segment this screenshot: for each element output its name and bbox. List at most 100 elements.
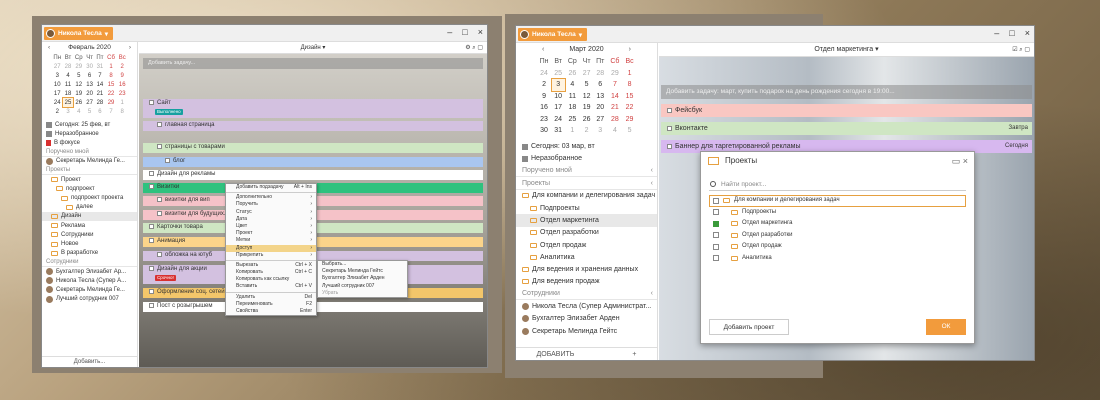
calendar-day[interactable]: 17 [552, 102, 565, 114]
calendar-day[interactable]: 11 [63, 80, 73, 89]
calendar-day[interactable]: 15 [105, 80, 117, 89]
user-menu[interactable]: Никола Тесла ▾ [44, 27, 114, 40]
project-list-item[interactable]: Отдел продаж [709, 241, 966, 253]
add-project-button[interactable]: Добавить проект [709, 319, 789, 335]
close-icon[interactable]: × [478, 27, 483, 37]
task-row[interactable]: Сайт Выполнено [143, 99, 483, 118]
context-menu-item[interactable]: Вставить Ctrl + V [226, 283, 316, 290]
context-menu-item[interactable]: Метки › [226, 237, 316, 244]
calendar-day[interactable]: 19 [580, 102, 593, 114]
calendar-day[interactable]: 27 [52, 62, 63, 71]
task-checkbox[interactable] [149, 223, 154, 229]
context-menu-item[interactable]: Статус › [226, 209, 316, 216]
calendar-day[interactable]: 5 [73, 71, 85, 80]
sidebar-item[interactable]: Секретарь Мелинда Ге... [42, 157, 137, 166]
add-button[interactable]: ДОБАВИТЬ [537, 348, 575, 360]
sidebar-item[interactable]: Подпроекты [516, 202, 657, 214]
calendar-day[interactable]: 8 [117, 107, 128, 116]
sidebar-item[interactable]: подпроект проекта [42, 194, 137, 203]
calendar-day[interactable]: 20 [85, 89, 95, 98]
calendar-day[interactable]: 14 [607, 91, 622, 103]
calendar-day[interactable]: 2 [117, 62, 128, 71]
sidebar-item[interactable]: Бухгалтер Элизабет Ар... [42, 267, 137, 276]
sidebar-item[interactable]: Секретарь Мелинда Ге... [42, 285, 137, 294]
sidebar-item[interactable]: Отдел разработки [516, 227, 657, 239]
calendar-day[interactable]: 4 [73, 107, 85, 116]
calendar-day[interactable]: 10 [552, 91, 565, 103]
project-search-input[interactable]: Найти проект... [709, 178, 966, 191]
add-task-input[interactable]: Добавить задачу... [143, 58, 483, 69]
calendar-day[interactable]: 5 [85, 107, 95, 116]
minimize-icon[interactable]: – [447, 27, 452, 37]
toolbar-icons[interactable]: ☑ ⌕ ▢ [1012, 43, 1030, 57]
toolbar-icons[interactable]: ⚙ ⌕ ▢ [465, 42, 483, 54]
task-checkbox[interactable] [157, 210, 162, 216]
calendar-day[interactable]: 28 [63, 62, 73, 71]
sidebar-item[interactable]: далее [42, 203, 137, 212]
sidebar-item[interactable]: подпроект [42, 184, 137, 193]
calendar-day[interactable]: 1 [565, 125, 580, 137]
context-menu-item[interactable]: Дата › [226, 216, 316, 223]
calendar-day[interactable]: 5 [623, 125, 637, 137]
project-title[interactable]: Отдел маркетинга [814, 46, 873, 53]
task-checkbox[interactable] [157, 121, 162, 127]
calendar-day[interactable]: 15 [623, 91, 637, 103]
context-menu-item[interactable]: Копировать Ctrl + C [226, 269, 316, 276]
sidebar-item[interactable]: Реклама [42, 221, 137, 230]
project-list-item[interactable]: Аналитика [709, 253, 966, 265]
calendar-day[interactable]: 25 [61, 97, 75, 108]
sidebar-item[interactable]: Для ведения и хранения данных [516, 263, 657, 275]
prev-month-icon[interactable]: ‹ [48, 44, 50, 51]
sidebar-item[interactable]: Сегодня: 03 мар, вт [516, 141, 657, 153]
checkbox[interactable] [713, 232, 719, 239]
sidebar-item[interactable]: Для компании и делегирования задач [516, 190, 657, 202]
calendar-day[interactable]: 25 [552, 68, 565, 80]
task-row[interactable]: Фейсбук [661, 104, 1032, 117]
checkbox[interactable] [713, 243, 719, 250]
sidebar-item[interactable]: Новое [42, 239, 137, 248]
context-menu-item[interactable]: Дополнительно › [226, 194, 316, 201]
calendar-day[interactable]: 2 [580, 125, 593, 137]
calendar-day[interactable]: 4 [63, 71, 73, 80]
calendar-day[interactable]: 31 [95, 62, 106, 71]
close-icon[interactable]: × [1025, 28, 1030, 38]
calendar-day[interactable]: 1 [117, 98, 128, 107]
calendar-day[interactable]: 21 [95, 89, 106, 98]
task-checkbox[interactable] [149, 302, 154, 308]
calendar-day[interactable]: 24 [52, 98, 63, 107]
calendar-day[interactable]: 2 [537, 79, 552, 91]
calendar-day[interactable]: 12 [73, 80, 85, 89]
calendar-day[interactable]: 13 [85, 80, 95, 89]
calendar-day[interactable]: 29 [105, 98, 117, 107]
sidebar-item[interactable]: Бухгалтер Элизабет Арден [516, 313, 657, 325]
sidebar-item[interactable]: В фокусе [42, 138, 137, 147]
task-checkbox[interactable] [149, 265, 154, 271]
task-checkbox[interactable] [149, 170, 154, 176]
calendar-day[interactable]: 7 [607, 79, 622, 91]
calendar-day[interactable]: 29 [623, 114, 637, 126]
context-menu-item[interactable]: Копировать как ссылку [226, 276, 316, 283]
submenu-item[interactable]: Бухгалтер Элизабет Арден [318, 275, 407, 282]
calendar-day[interactable]: 22 [623, 102, 637, 114]
calendar-day[interactable]: 3 [593, 125, 607, 137]
project-list-item[interactable]: Для компании и делегирования задач [709, 195, 966, 207]
submenu-item[interactable]: Убрать [318, 290, 407, 297]
sidebar-item[interactable]: Аналитика [516, 251, 657, 263]
calendar-day[interactable]: 26 [580, 114, 593, 126]
project-title[interactable]: Дизайн [301, 45, 321, 51]
calendar-day[interactable]: 5 [580, 79, 593, 91]
chevron-icon[interactable]: ‹ [651, 180, 653, 187]
sidebar-item[interactable]: Дизайн [42, 211, 137, 222]
calendar-day[interactable]: 25 [565, 114, 580, 126]
sidebar-item[interactable]: Лучший сотрудник 007 [42, 295, 137, 304]
calendar-day[interactable]: 9 [117, 71, 128, 80]
calendar-day[interactable]: 28 [607, 114, 622, 126]
calendar-day[interactable]: 24 [552, 114, 565, 126]
calendar-day[interactable]: 16 [537, 102, 552, 114]
context-menu-item[interactable]: Удалить Del [226, 294, 316, 301]
add-task-input[interactable]: Добавить задачу: март, купить подарок на… [661, 85, 1032, 99]
sidebar-item[interactable]: Проект [42, 175, 137, 184]
task-row[interactable]: Вконтакте Завтра [661, 122, 1032, 135]
checkbox[interactable] [713, 220, 719, 227]
task-checkbox[interactable] [157, 143, 162, 149]
